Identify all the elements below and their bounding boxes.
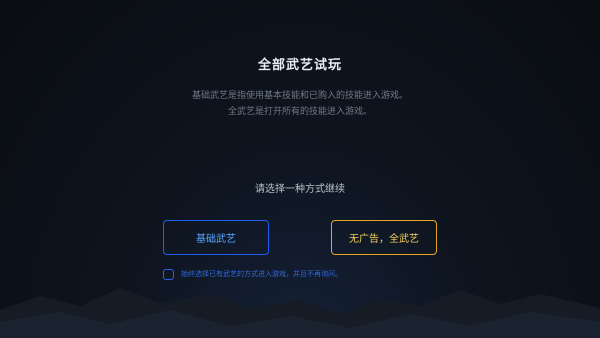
basic-skills-button[interactable]: 基础武艺 (163, 220, 269, 255)
choice-prompt: 请选择一种方式继续 (255, 184, 345, 195)
dialog-title: 全部武艺试玩 (257, 58, 342, 73)
full-skills-button-label: 无广告，全武艺 (349, 234, 419, 245)
description-line-1: 基础武艺是指使用基本技能和已购入的技能进入游戏。 (191, 91, 408, 101)
mountain-background (0, 288, 600, 338)
full-skills-no-ads-button[interactable]: 无广告，全武艺 (331, 220, 437, 255)
game-mode-dialog: 全部武艺试玩 基础武艺是指使用基本技能和已购入的技能进入游戏。 全武艺是打开所有… (0, 0, 600, 338)
basic-skills-button-label: 基础武艺 (196, 234, 236, 245)
remember-choice-checkbox[interactable] (163, 268, 174, 280)
remember-choice-row[interactable]: 始终选择已有武艺的方式进入游戏，并且不再询问。 (163, 267, 342, 281)
description-line-2: 全武艺是打开所有的技能进入游戏。 (227, 107, 372, 117)
remember-choice-label: 始终选择已有武艺的方式进入游戏，并且不再询问。 (181, 270, 342, 278)
